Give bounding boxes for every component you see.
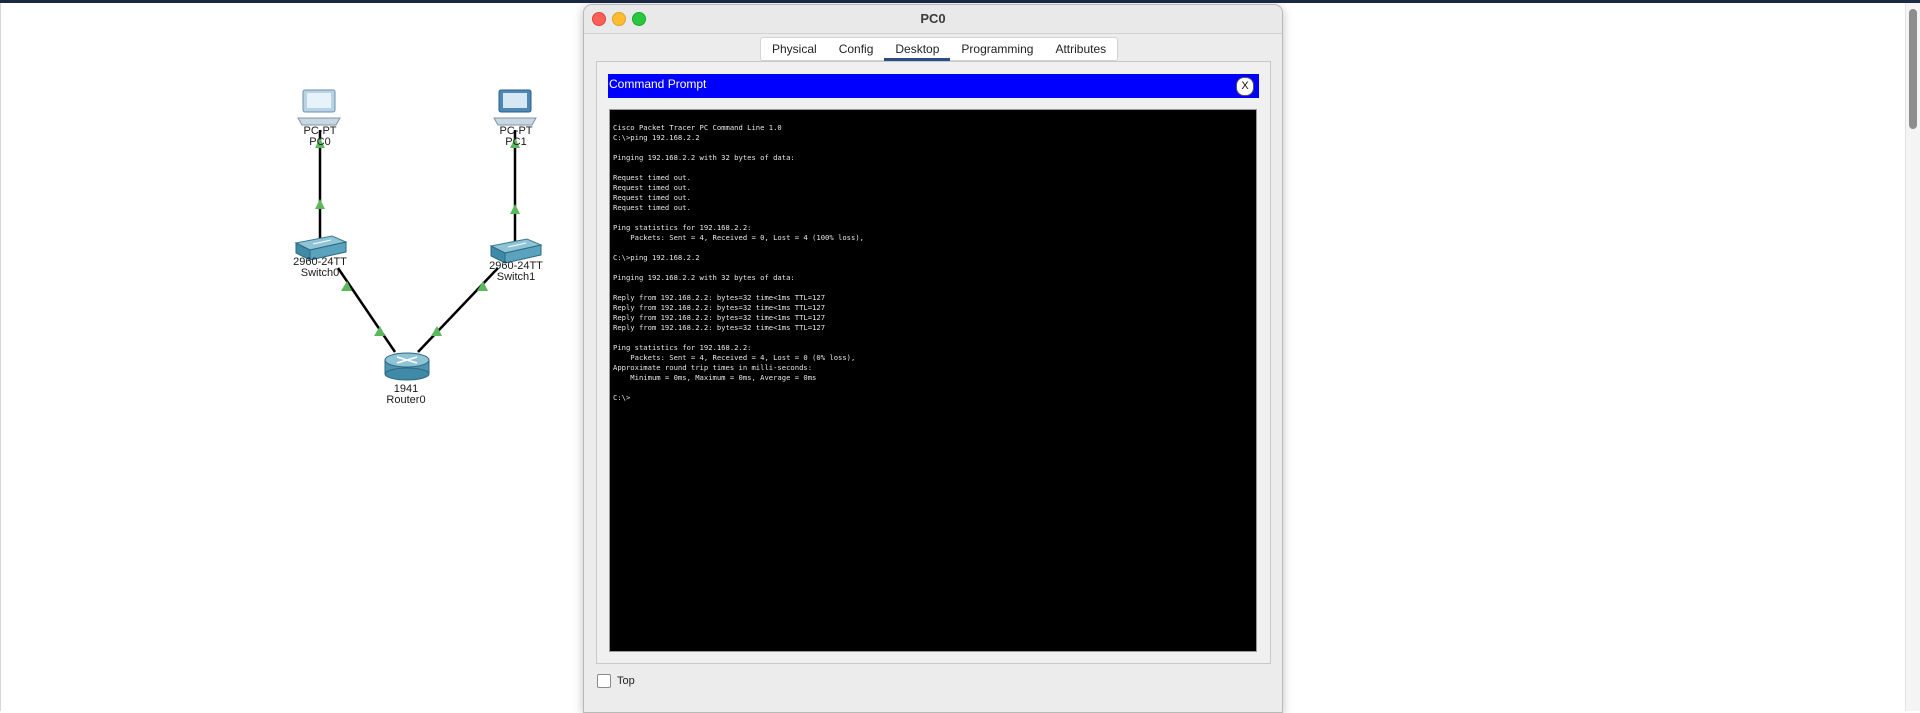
router0-name: Router0 [386, 394, 426, 406]
command-prompt-title: Command Prompt [609, 77, 707, 91]
terminal-line: Request timed out. [613, 183, 691, 192]
terminal-line: C:\> [613, 393, 631, 402]
terminal-line: Packets: Sent = 4, Received = 0, Lost = … [613, 233, 864, 242]
router0-label: 1941 Router0 [386, 384, 425, 406]
terminal-line: Request timed out. [613, 203, 691, 212]
tab-physical[interactable]: Physical [761, 38, 828, 60]
pc0-icon[interactable] [297, 89, 341, 126]
network-topology [294, 89, 543, 381]
terminal-line: Reply from 192.168.2.2: bytes=32 time<1m… [613, 303, 826, 312]
scrollbar-thumb[interactable] [1909, 9, 1917, 129]
link-up-indicator [315, 199, 325, 209]
terminal-console[interactable]: Cisco Packet Tracer PC Command Line 1.0 C… [609, 109, 1257, 652]
close-command-prompt-button[interactable]: X [1236, 77, 1254, 96]
terminal-line: Packets: Sent = 4, Received = 4, Lost = … [613, 353, 856, 362]
terminal-line: Reply from 192.168.2.2: bytes=32 time<1m… [613, 313, 826, 322]
device-tabs: Physical Config Desktop Programming Attr… [760, 37, 1119, 61]
switch1-name: Switch1 [496, 271, 536, 283]
terminal-line: C:\>ping 192.168.2.2 [613, 133, 700, 142]
terminal-line: Cisco Packet Tracer PC Command Line 1.0 [613, 123, 782, 132]
terminal-line: Ping statistics for 192.168.2.2: [613, 343, 752, 352]
desktop-panel: Command Prompt X Cisco Packet Tracer PC … [596, 61, 1271, 664]
terminal-line: C:\>ping 192.168.2.2 [613, 253, 700, 262]
switch0-name: Switch0 [300, 267, 340, 279]
terminal-line: Reply from 192.168.2.2: bytes=32 time<1m… [613, 293, 826, 302]
switch1-label: 2960-24TT Switch1 [489, 261, 543, 283]
pc1-icon[interactable] [493, 89, 537, 126]
switch0-label: 2960-24TT Switch0 [293, 257, 347, 279]
terminal-line: Pinging 192.168.2.2 with 32 bytes of dat… [613, 273, 795, 282]
top-option[interactable]: Top [597, 674, 635, 688]
tab-programming[interactable]: Programming [950, 38, 1044, 60]
window-title: PC0 [920, 11, 946, 26]
top-checkbox-label: Top [617, 675, 635, 687]
router0-icon[interactable] [384, 352, 430, 381]
workspace-scrollbar[interactable] [1905, 3, 1920, 711]
window-titlebar[interactable]: PC0 [584, 5, 1282, 34]
cable-switch0-router0[interactable] [336, 267, 397, 353]
terminal-line: Reply from 192.168.2.2: bytes=32 time<1m… [613, 323, 826, 332]
top-checkbox[interactable] [597, 674, 611, 688]
pc0-label: PC-PT PC0 [304, 126, 337, 148]
tab-config[interactable]: Config [828, 38, 885, 60]
pc1-name: PC1 [505, 136, 527, 148]
terminal-line: Pinging 192.168.2.2 with 32 bytes of dat… [613, 153, 795, 162]
terminal-line: Ping statistics for 192.168.2.2: [613, 223, 752, 232]
link-up-indicator [510, 204, 520, 214]
tab-attributes[interactable]: Attributes [1044, 38, 1117, 60]
tab-desktop[interactable]: Desktop [884, 38, 951, 61]
pc0-name: PC0 [309, 136, 331, 148]
terminal-line: Minimum = 0ms, Maximum = 0ms, Average = … [613, 373, 817, 382]
link-up-indicator [477, 281, 488, 291]
terminal-line: Request timed out. [613, 193, 691, 202]
terminal-line: Request timed out. [613, 173, 691, 182]
terminal-line: Approximate round trip times in milli-se… [613, 363, 813, 372]
pc1-label: PC-PT PC1 [500, 126, 533, 148]
cable-switch1-router0[interactable] [417, 267, 499, 353]
link-up-indicator [374, 326, 385, 336]
terminal-output: Cisco Packet Tracer PC Command Line 1.0 C… [610, 110, 1256, 403]
pc0-device-window: PC0 Physical Config Desktop Programming … [583, 4, 1283, 713]
command-prompt-header: Command Prompt X [608, 74, 1259, 98]
